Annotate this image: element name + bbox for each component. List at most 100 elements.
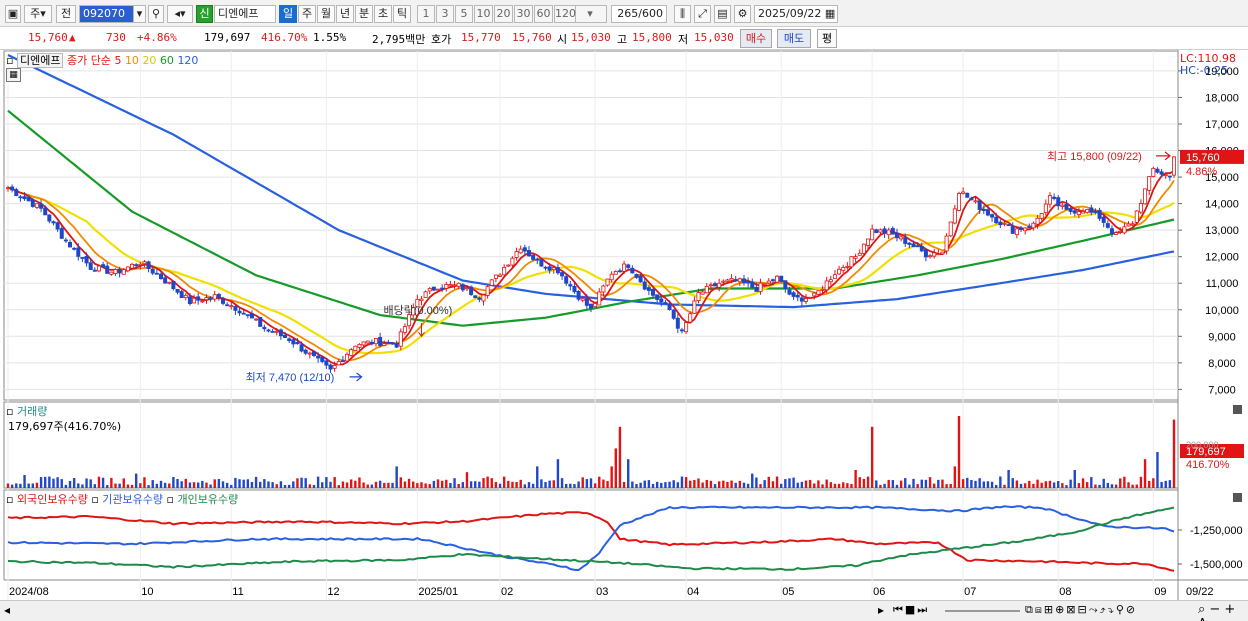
interval-button[interactable]: 120: [554, 5, 576, 23]
ma20-legend[interactable]: 20: [142, 54, 156, 67]
interval-dropdown[interactable]: ▾: [573, 5, 607, 23]
window-icon[interactable]: ▣: [5, 5, 21, 23]
candle-body: [489, 279, 494, 286]
candle-body: [283, 334, 288, 339]
candle-body: [1056, 197, 1061, 207]
chart-area[interactable]: 7,000 8,000 9,000 10,000 11,000 12,000 13,000 1…: [0, 50, 1248, 621]
period-tab[interactable]: 분: [355, 5, 373, 23]
candle-body: [1072, 210, 1077, 214]
interval-button[interactable]: 10: [474, 5, 493, 23]
interval-button[interactable]: 1: [417, 5, 435, 23]
chart-type-icon[interactable]: ⫼: [674, 5, 691, 23]
volume-bar: [515, 481, 518, 488]
candle-body: [336, 361, 341, 366]
candle-body: [882, 228, 887, 234]
sell-button[interactable]: 매도: [777, 29, 811, 48]
playback-icons[interactable]: ⏮■⏭: [893, 603, 929, 617]
stock-legend-name[interactable]: 디엔에프: [16, 53, 64, 68]
save-icon[interactable]: ▤: [714, 5, 731, 23]
candle-body: [225, 304, 230, 307]
period-tab[interactable]: 초: [374, 5, 392, 23]
ma120-legend[interactable]: 120: [177, 54, 198, 67]
candle-body: [345, 353, 350, 362]
volume-bar: [56, 477, 59, 488]
y-tick-label: 11,000: [1206, 278, 1239, 290]
period-tab[interactable]: 월: [317, 5, 335, 23]
calendar-icon[interactable]: ▦: [825, 7, 835, 20]
scroll-right-icon[interactable]: ▸: [878, 603, 884, 617]
candle-body: [762, 283, 767, 286]
sound-icon[interactable]: ◂▾: [167, 5, 193, 23]
code-input[interactable]: 092070: [79, 5, 137, 23]
candle-body: [1122, 226, 1127, 234]
market-select[interactable]: 주▾: [24, 5, 52, 23]
candle-body: [1155, 168, 1160, 173]
interval-button[interactable]: 5: [455, 5, 473, 23]
y-axis-bg: [1178, 50, 1248, 600]
volume-bar: [143, 477, 146, 488]
period-tab[interactable]: 틱: [393, 5, 411, 23]
search-icon[interactable]: ⚲: [148, 5, 164, 23]
volume-bar: [726, 481, 729, 488]
candle-body: [419, 298, 424, 302]
buy-button[interactable]: 매수: [740, 29, 772, 48]
interval-button[interactable]: 3: [436, 5, 454, 23]
candle-body: [651, 288, 656, 296]
volume-bar: [701, 482, 704, 488]
candle-body: [1035, 217, 1040, 225]
ma10-legend[interactable]: 10: [125, 54, 139, 67]
candle-body: [994, 216, 999, 224]
volume-bar: [1123, 476, 1126, 488]
stock-name-field[interactable]: 디엔에프: [214, 5, 276, 23]
retail-legend[interactable]: 개인보유수량: [177, 493, 238, 506]
candle-body: [688, 313, 693, 323]
candle-body: [729, 277, 734, 281]
settings-icon[interactable]: ⚙: [734, 5, 751, 23]
inst-legend[interactable]: 기관보유수량: [102, 493, 163, 506]
chart-scrollbar[interactable]: ◂ ▸ ⏮■⏭ ⧉⧈⊞⊕⊠⊟⤳⤴⤵⚲⊘ ⌕ − + A: [0, 600, 1248, 621]
candle-body: [547, 266, 552, 271]
foreign-legend[interactable]: 외국인보유수량: [17, 493, 88, 506]
volume-bar: [635, 484, 638, 488]
ma-legend-prefix[interactable]: 종가 단순: [67, 54, 111, 67]
count-field[interactable]: 265/600: [611, 5, 667, 23]
panel-toggle-icon[interactable]: ▫: [6, 405, 13, 418]
scroll-left-icon[interactable]: ◂: [4, 603, 10, 617]
x-tick-label: 09/22: [1186, 586, 1214, 598]
zoom-slider[interactable]: [945, 610, 1020, 612]
volume-bar: [676, 482, 680, 488]
code-dropdown-icon[interactable]: ▾: [133, 5, 146, 23]
panel-toggle-icon[interactable]: ▫: [91, 493, 98, 506]
jeon-button[interactable]: 전: [56, 5, 76, 23]
panel-toggle-icon[interactable]: ▫: [6, 54, 13, 67]
chart-svg[interactable]: 7,000 8,000 9,000 10,000 11,000 12,000 13,000 1…: [0, 50, 1248, 621]
ma5-legend[interactable]: 5: [114, 54, 121, 67]
draw-tool-icon[interactable]: ⤢: [694, 5, 711, 23]
table-icon[interactable]: ▦: [6, 68, 21, 82]
panel-toggle-icon[interactable]: ▫: [167, 493, 174, 506]
interval-button[interactable]: 60: [534, 5, 553, 23]
tool-icons[interactable]: ⧉⧈⊞⊕⊠⊟⤳⤴⤵⚲⊘: [1025, 603, 1137, 617]
period-tab[interactable]: 일: [279, 5, 297, 23]
candle-body: [382, 343, 387, 346]
volume-bar: [639, 482, 642, 488]
candle-body: [510, 257, 515, 266]
volume-bar: [188, 482, 192, 488]
panel-toggle-icon[interactable]: ▫: [6, 493, 13, 506]
zoom-controls[interactable]: ⌕ − + A: [1198, 602, 1248, 621]
volume-title[interactable]: 거래량: [17, 405, 47, 418]
volume-bar: [184, 478, 187, 488]
date-field[interactable]: 2025/09/22 ▦: [754, 5, 838, 23]
period-tab[interactable]: 주: [298, 5, 316, 23]
volume-bar: [163, 482, 167, 488]
x-tick-label: 05: [782, 586, 794, 598]
candle-body: [154, 272, 159, 275]
avg-button[interactable]: 평: [817, 29, 837, 48]
volume-bar: [974, 480, 977, 488]
sin-button[interactable]: 신: [196, 5, 213, 23]
interval-button[interactable]: 30: [514, 5, 533, 23]
period-tab[interactable]: 년: [336, 5, 354, 23]
interval-button[interactable]: 20: [494, 5, 513, 23]
ma60-legend[interactable]: 60: [160, 54, 174, 67]
volume-legend: ▫ 거래량: [6, 403, 47, 419]
